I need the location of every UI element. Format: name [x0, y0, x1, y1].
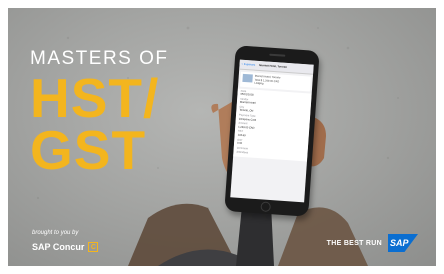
phone-home-button [260, 201, 272, 213]
headline: MASTERS OF HST/ GST [30, 48, 169, 181]
concur-logo-icon: C [88, 242, 99, 252]
concur-name: SAP Concur [32, 242, 85, 252]
receipt-thumbnail-icon [242, 73, 253, 83]
expense-fields: Date 05/01/2018 Vendor Marriott Hotel Ci… [233, 88, 312, 162]
headline-line2: HST/ [30, 67, 160, 129]
banner: MASTERS OF HST/ GST < Expenses Marriott … [8, 8, 436, 266]
headline-line3: GST [30, 119, 147, 181]
tagline: THE BEST RUN [326, 239, 382, 247]
smartphone: < Expenses Marriott Hotel, Toronto Marri… [224, 45, 320, 217]
sap-logo-icon: SAP [388, 234, 418, 252]
concur-brand: SAP Concur C [32, 242, 99, 252]
phone-screen: < Expenses Marriott Hotel, Toronto Marri… [230, 59, 314, 203]
brought-by-text: brought to you by [32, 230, 79, 236]
screen-title: Marriott Hotel, Toronto [259, 63, 288, 69]
sap-brand: THE BEST RUN SAP [327, 234, 418, 252]
phone-speaker [269, 53, 286, 57]
screen-back-link: < Expenses [241, 62, 256, 67]
